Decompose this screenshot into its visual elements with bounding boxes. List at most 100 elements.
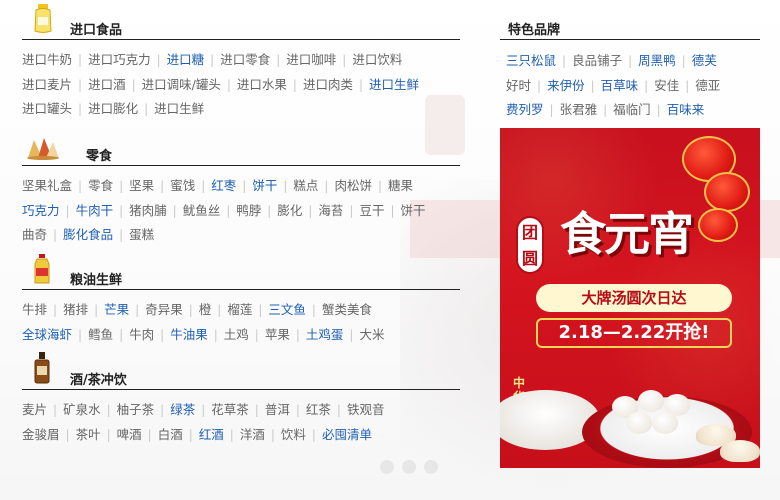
separator: | [254,403,259,417]
separator: | [156,53,161,67]
category-link[interactable]: 饮料 [281,427,306,442]
category-link[interactable]: 坚果礼盒 [22,178,72,193]
category-link[interactable]: 肉松饼 [334,178,372,193]
category-link[interactable]: 糕点 [293,178,318,193]
category-link[interactable]: 苹果 [265,327,290,342]
category-link[interactable]: 啤酒 [117,427,142,442]
category-link[interactable]: 红酒 [199,427,224,442]
category-link[interactable]: 大米 [359,327,384,342]
category-link[interactable]: 芒果 [104,302,129,317]
carousel-dots [380,460,480,476]
category-link[interactable]: 牛肉干 [76,203,114,218]
separator: | [65,203,70,218]
category-section: 零食 坚果礼盒 | 零食 | 坚果 | 蜜饯 | 红枣 | 饼干 | 糕点 | 肉松饼 | 糖果 巧克力 | 牛肉干 | 猪… [22,126,460,248]
category-link[interactable]: 奇异果 [145,302,183,317]
category-link[interactable]: 蜜饯 [170,178,195,193]
category-link[interactable]: 蟹类美食 [322,302,372,317]
category-link[interactable]: 蛋糕 [129,227,154,242]
category-link[interactable]: 鱿鱼丝 [183,203,221,218]
brand-link[interactable]: 三只松鼠 [506,53,556,68]
category-link[interactable]: 进口酒 [88,77,126,92]
category-link[interactable]: 花草茶 [211,402,249,417]
brand-link[interactable]: 安佳 [654,78,679,93]
category-links: 坚果礼盒 | 零食 | 坚果 | 蜜饯 | 红枣 | 饼干 | 糕点 | 肉松饼 | 糖果 巧克力 | 牛肉干 | 猪肉脯… [22,166,460,248]
category-link[interactable]: 进口膨化 [88,101,138,116]
category-link[interactable]: 膨化 [277,203,302,218]
category-link[interactable]: 豆干 [359,203,384,218]
category-link[interactable]: 土鸡 [224,327,249,342]
category-link[interactable]: 绿茶 [170,402,195,417]
category-link[interactable]: 橙 [199,302,212,317]
lantern-icon [698,208,738,242]
separator: | [349,203,354,218]
link-row: 进口罐头 | 进口膨化 | 进口生鲜 [22,97,460,122]
category-link[interactable]: 牛肉 [129,327,154,342]
category-link[interactable]: 鸭脖 [236,203,261,218]
category-link[interactable]: 必囤清单 [322,427,372,442]
category-link[interactable]: 猪肉脯 [129,203,167,218]
brand-link[interactable]: 好时 [506,78,531,93]
category-link[interactable]: 进口巧克力 [88,52,151,67]
separator: | [53,228,58,242]
category-link[interactable]: 进口罐头 [22,101,72,116]
category-link[interactable]: 进口糖 [167,52,205,67]
category-link[interactable]: 牛排 [22,302,47,317]
brand-link[interactable]: 费列罗 [506,102,544,117]
brand-link[interactable]: 百味来 [667,102,705,117]
category-link[interactable]: 巧克力 [22,203,60,218]
separator: | [53,303,58,317]
category-link[interactable]: 膨化食品 [63,227,113,242]
link-row: 进口麦片 | 进口酒 | 进口调味/罐头 | 进口水果 | 进口肉类 | 进口生鲜 [22,73,460,98]
category-link[interactable]: 三文鱼 [268,302,306,317]
brand-link[interactable]: 张君雅 [560,102,598,117]
category-link[interactable]: 鳕鱼 [88,327,113,342]
category-link[interactable]: 进口牛奶 [22,52,72,67]
category-link[interactable]: 进口零食 [220,52,270,67]
brand-link[interactable]: 德亚 [695,78,720,93]
category-link[interactable]: 红枣 [211,178,236,193]
section-title: 粮油生鲜 [70,273,123,288]
category-link[interactable]: 饼干 [252,178,277,193]
category-link[interactable]: 进口调味/罐头 [142,77,221,92]
category-link[interactable]: 柚子茶 [117,402,155,417]
separator: | [685,78,690,93]
category-link[interactable]: 进口生鲜 [369,77,419,92]
brand-link[interactable]: 良品铺子 [572,53,622,68]
separator: | [656,103,661,117]
category-link[interactable]: 猪排 [63,302,88,317]
category-link[interactable]: 白酒 [158,427,183,442]
category-link[interactable]: 土鸡蛋 [306,327,344,342]
category-link[interactable]: 洋酒 [240,427,265,442]
category-link[interactable]: 饼干 [401,203,426,218]
category-link[interactable]: 进口饮料 [352,52,402,67]
brand-link[interactable]: 周黑鸭 [638,53,676,68]
dumpling-image [720,440,760,462]
promo-banner[interactable]: 团圆 食元宵 大牌汤圆次日达 2.18—2.22开抢! 中华好味 [500,128,760,468]
category-link[interactable]: 进口肉类 [303,77,353,92]
category-link[interactable]: 铁观音 [347,402,385,417]
category-link[interactable]: 矿泉水 [63,402,101,417]
brand-link[interactable]: 福临门 [613,102,651,117]
category-link[interactable]: 麦片 [22,402,47,417]
snacks-icon [26,136,60,163]
category-link[interactable]: 糖果 [388,178,413,193]
category-link[interactable]: 进口麦片 [22,77,72,92]
promo-date: 2.18—2.22开抢! [536,318,732,348]
category-link[interactable]: 海苔 [318,203,343,218]
category-link[interactable]: 进口生鲜 [154,101,204,116]
category-link[interactable]: 茶叶 [76,427,101,442]
brand-link[interactable]: 来伊份 [547,78,585,93]
category-link[interactable]: 坚果 [129,178,154,193]
category-link[interactable]: 零食 [88,178,113,193]
category-link[interactable]: 金骏眉 [22,427,60,442]
category-link[interactable]: 普洱 [265,402,290,417]
category-link[interactable]: 进口水果 [237,77,287,92]
brand-link[interactable]: 德芙 [692,53,717,68]
category-link[interactable]: 曲奇 [22,227,47,242]
category-link[interactable]: 牛油果 [170,327,208,342]
category-link[interactable]: 红茶 [306,402,331,417]
brand-link[interactable]: 百草味 [601,78,639,93]
category-link[interactable]: 榴莲 [227,302,252,317]
category-link[interactable]: 全球海虾 [22,327,72,342]
category-link[interactable]: 进口咖啡 [286,52,336,67]
